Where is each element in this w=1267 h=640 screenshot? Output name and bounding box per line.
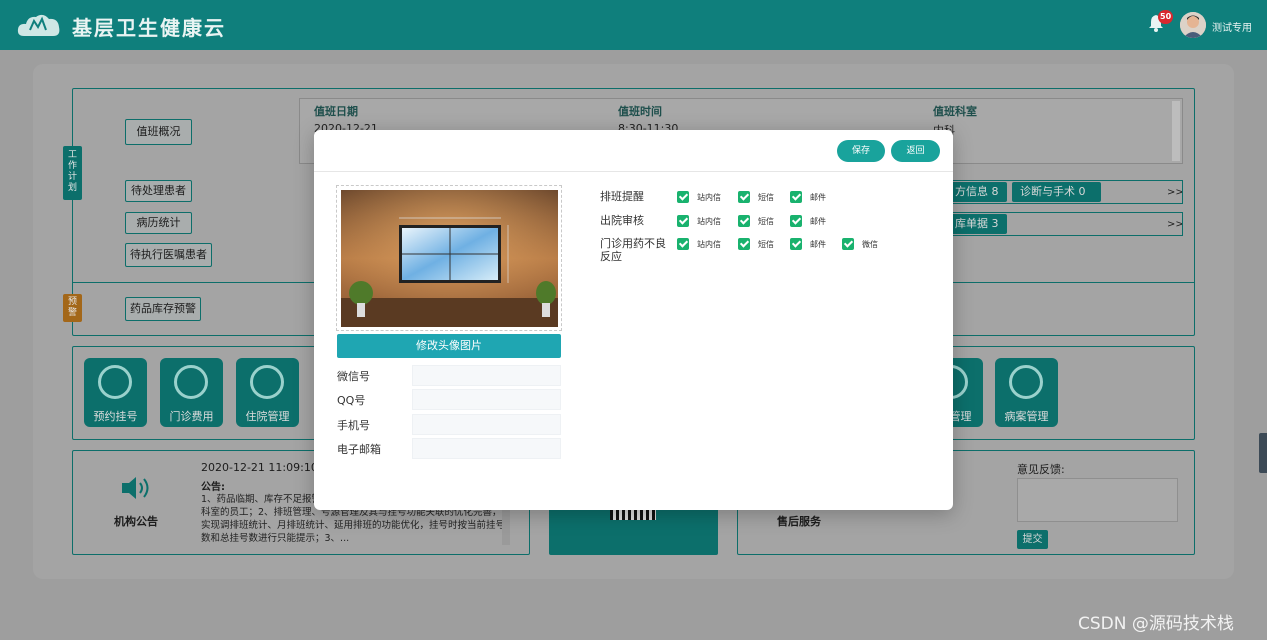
- checkbox[interactable]: [677, 238, 689, 250]
- submit-feedback-button[interactable]: 提交: [1017, 530, 1048, 549]
- schedule-col-dept: 值班科室: [933, 105, 977, 118]
- phone-label: 手机号: [337, 419, 370, 432]
- wechat-input[interactable]: [412, 365, 561, 386]
- phone-input[interactable]: [412, 414, 561, 435]
- top-bar: 基层卫生健康云 50 测试专用: [0, 0, 1267, 50]
- row-outline: [940, 180, 1183, 204]
- checkbox-label: 邮件: [810, 217, 826, 226]
- checkbox-label: 站内信: [697, 240, 721, 249]
- after-sales-label: 售后服务: [777, 515, 821, 528]
- medical-records-tile[interactable]: 病案管理: [995, 358, 1058, 427]
- checkbox[interactable]: [790, 215, 802, 227]
- warning-side-label: 预警: [63, 294, 82, 322]
- checkbox[interactable]: [790, 238, 802, 250]
- feedback-label: 意见反馈:: [1017, 463, 1065, 476]
- qq-label: QQ号: [337, 394, 366, 407]
- checkbox-label: 微信: [862, 240, 878, 249]
- change-avatar-button[interactable]: 修改头像图片: [337, 334, 561, 358]
- side-drawer-handle[interactable]: [1259, 433, 1267, 473]
- row-outline: [940, 212, 1183, 236]
- user-settings-modal: 保存 返回 修改头像图片 微信号 QQ号 手机号 电子邮箱 排班提醒 站内信 短…: [314, 130, 953, 510]
- modal-header-divider: [314, 171, 953, 172]
- tile-label: 预约挂号: [93, 410, 138, 423]
- tile-label: 病案管理: [1004, 410, 1049, 423]
- schedule-overview-button[interactable]: 值班概况: [125, 119, 192, 145]
- yen-icon: [174, 365, 208, 399]
- inpatient-tile[interactable]: 住院管理: [236, 358, 299, 427]
- tile-label: 门诊费用: [169, 410, 214, 423]
- checkbox[interactable]: [677, 215, 689, 227]
- user-name[interactable]: 测试专用: [1212, 19, 1252, 34]
- discharge-review-label: 出院审核: [600, 214, 644, 227]
- schedule-reminder-label: 排班提醒: [600, 190, 644, 203]
- notice-heading: 公告:: [201, 482, 225, 493]
- checkbox-label: 短信: [758, 240, 774, 249]
- checkbox-label: 短信: [758, 217, 774, 226]
- drug-stock-warning-label[interactable]: 药品库存预警: [125, 297, 201, 321]
- qq-input[interactable]: [412, 389, 561, 410]
- avatar-preview-image: [341, 190, 558, 327]
- checkbox-label: 站内信: [697, 193, 721, 202]
- notice-datetime: 2020-12-21 11:09:10: [201, 461, 318, 474]
- checkbox-label: 邮件: [810, 240, 826, 249]
- bed-icon: [250, 365, 284, 399]
- notice-title: 机构公告: [114, 515, 158, 528]
- email-label: 电子邮箱: [337, 443, 381, 456]
- notification-badge: 50: [1158, 10, 1174, 24]
- app-title: 基层卫生健康云: [72, 16, 226, 40]
- tile-label: 住院管理: [245, 410, 290, 423]
- appointment-tile[interactable]: 预约挂号: [84, 358, 147, 427]
- work-plan-side-label: 工作计划: [63, 146, 82, 200]
- speaker-icon: [122, 477, 149, 499]
- checkbox[interactable]: [842, 238, 854, 250]
- watermark: CSDN @源码技术栈: [1078, 614, 1234, 634]
- outpatient-fee-tile[interactable]: 门诊费用: [160, 358, 223, 427]
- checkbox[interactable]: [738, 191, 750, 203]
- pending-orders-label[interactable]: 待执行医嘱患者: [125, 243, 212, 267]
- checkbox-label: 邮件: [810, 193, 826, 202]
- email-input[interactable]: [412, 438, 561, 459]
- checkbox[interactable]: [738, 238, 750, 250]
- back-button[interactable]: 返回: [891, 140, 940, 162]
- wechat-label: 微信号: [337, 370, 370, 383]
- records-icon: [1009, 365, 1043, 399]
- checkbox[interactable]: [790, 191, 802, 203]
- checkbox[interactable]: [677, 191, 689, 203]
- feedback-textarea[interactable]: [1017, 478, 1178, 522]
- user-avatar[interactable]: [1180, 12, 1206, 38]
- cloud-logo-icon: [17, 14, 60, 36]
- pending-patients-label[interactable]: 待处理患者: [125, 180, 192, 202]
- schedule-scrollbar[interactable]: [1172, 101, 1180, 161]
- calendar-icon: [98, 365, 132, 399]
- checkbox-label: 站内信: [697, 217, 721, 226]
- schedule-col-time: 值班时间: [618, 105, 662, 118]
- schedule-col-date: 值班日期: [314, 105, 358, 118]
- adverse-reaction-label: 门诊用药不良反应: [600, 237, 666, 263]
- checkbox[interactable]: [738, 215, 750, 227]
- avatar-image-frame[interactable]: [336, 185, 562, 331]
- checkbox-label: 短信: [758, 193, 774, 202]
- record-stats-label[interactable]: 病历统计: [125, 212, 192, 234]
- save-button[interactable]: 保存: [837, 140, 885, 162]
